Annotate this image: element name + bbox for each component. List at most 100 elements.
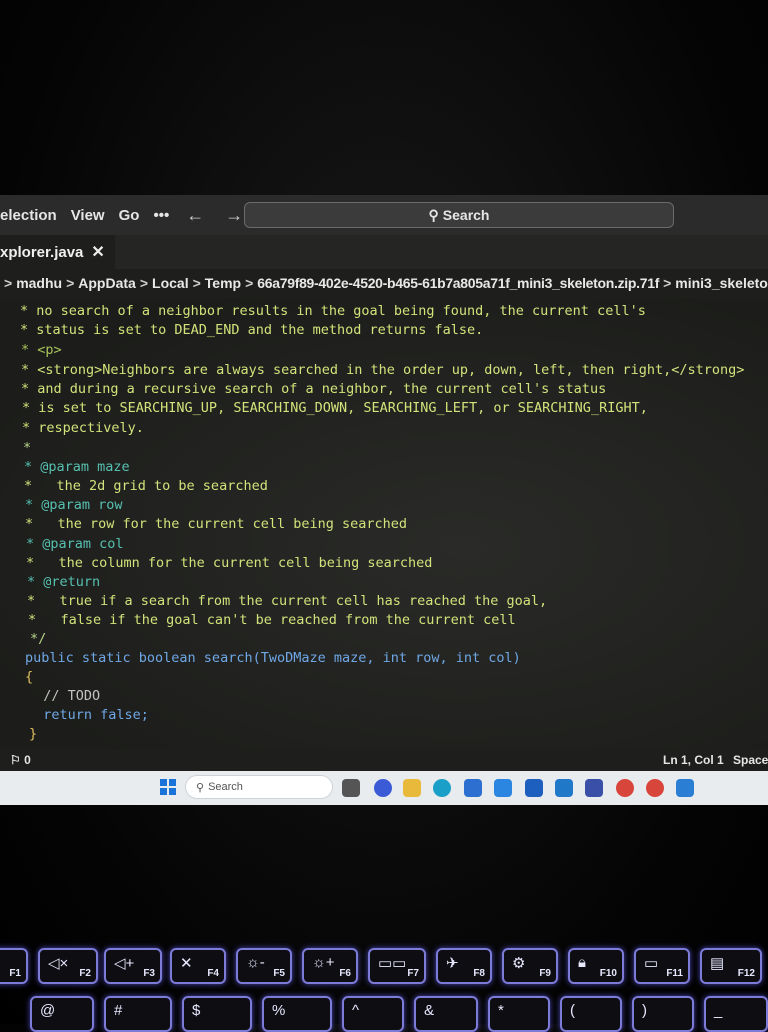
laptop-screen: election View Go ••• ← → ⚲ Search xplore… — [0, 195, 768, 805]
keyboard: F1 ◁× F2 ◁+ F3 ✕ F4 ☼- F5 ☼+ F6 ▭▭ F7 ✈ F8 ⚙ F9 … — [0, 940, 768, 1032]
chrome-icon[interactable] — [646, 779, 664, 797]
code-line: * true if a search from the current cell… — [27, 593, 548, 609]
code-line: * <strong>Neighbors are always searched … — [21, 362, 745, 378]
code-line: * status is set to DEAD_END and the meth… — [20, 322, 484, 338]
key-f11[interactable]: ▭ F11 — [634, 948, 690, 984]
chevron-right-icon: > — [139, 275, 149, 291]
key-9[interactable]: ( — [560, 996, 622, 1032]
search-icon: ⚲ — [428, 206, 439, 223]
breadcrumb: > madhu > AppData > Local > Temp > 66a79… — [0, 269, 768, 297]
key-f8[interactable]: ✈ F8 — [436, 948, 492, 984]
code-line: return false; — [27, 707, 149, 723]
volume-mute-icon: ◁× — [48, 955, 69, 972]
mail-icon[interactable] — [494, 779, 512, 797]
taskbar-search-placeholder: Search — [208, 781, 243, 793]
key-3[interactable]: # — [104, 996, 172, 1032]
back-forward-icon[interactable]: ← → — [186, 205, 251, 226]
key-2[interactable]: @ — [30, 996, 94, 1032]
code-line: * the row for the current cell being sea… — [25, 516, 408, 532]
mic-mute-icon: ✕ — [180, 955, 193, 972]
key-f2[interactable]: ◁× F2 — [38, 948, 98, 984]
keyboard-icon: ▭ — [644, 955, 659, 972]
code-line: * the 2d grid to be searched — [24, 478, 268, 494]
edge-browser-icon[interactable] — [433, 779, 451, 797]
key-6[interactable]: ^ — [342, 996, 404, 1032]
key-f4[interactable]: ✕ F4 — [170, 948, 226, 984]
key-8[interactable]: * — [488, 996, 550, 1032]
code-editor[interactable]: * no search of a neighbor results in the… — [0, 299, 768, 749]
key-f9[interactable]: ⚙ F9 — [502, 948, 558, 984]
more-menu-icon[interactable]: ••• — [146, 207, 176, 224]
app-icon[interactable] — [585, 779, 603, 797]
airplane-icon: ✈ — [446, 955, 459, 972]
lock-icon: 🔒︎ — [578, 954, 586, 971]
breadcrumb-item[interactable]: Local — [152, 275, 189, 291]
l-app-icon[interactable] — [525, 779, 543, 797]
code-line: * <p> — [21, 342, 62, 358]
status-bar: ⚐ 0 Ln 1, Col 1 Spaces — [0, 749, 768, 771]
chevron-right-icon: > — [4, 275, 13, 291]
taskbar-search[interactable]: ⚲ Search — [185, 775, 333, 799]
code-line: * the column for the current cell being … — [26, 555, 433, 571]
code-line: * false if the goal can't be reached fro… — [28, 612, 516, 628]
editor-tab-bar: xplorer.java ✕ — [0, 235, 768, 269]
breadcrumb-item[interactable]: 66a79f89-402e-4520-b465-61b7a805a71f_min… — [257, 275, 659, 291]
breadcrumb-item[interactable]: Temp — [205, 275, 241, 291]
cursor-position[interactable]: Ln 1, Col 1 — [663, 753, 724, 767]
key-4[interactable]: $ — [182, 996, 252, 1032]
code-line: * @param col — [26, 536, 124, 552]
key-f3[interactable]: ◁+ F3 — [104, 948, 162, 984]
chevron-right-icon: > — [663, 275, 672, 291]
code-line: * @param maze — [24, 459, 130, 475]
brightness-up-icon: ☼+ — [312, 954, 335, 971]
windows-taskbar: ⚲ Search — [0, 771, 768, 805]
volume-up-icon: ◁+ — [114, 955, 135, 972]
problems-indicator[interactable]: ⚐ 0 — [10, 753, 31, 767]
tab-explorer-java[interactable]: xplorer.java ✕ — [0, 235, 115, 269]
vscode-icon[interactable] — [676, 779, 694, 797]
close-icon[interactable]: ✕ — [91, 242, 104, 262]
key-f7[interactable]: ▭▭ F7 — [368, 948, 426, 984]
breadcrumb-item[interactable]: AppData — [78, 275, 136, 291]
key-f10[interactable]: 🔒︎ F10 — [568, 948, 624, 984]
code-line: public static boolean search(TwoDMaze ma… — [25, 650, 521, 666]
ports-icon: ⚐ — [10, 753, 21, 767]
file-explorer-icon[interactable] — [403, 779, 421, 797]
breadcrumb-item[interactable]: madhu — [16, 275, 62, 291]
chevron-right-icon: > — [192, 275, 201, 291]
windows-start-icon[interactable] — [160, 779, 176, 795]
key-f6[interactable]: ☼+ F6 — [302, 948, 358, 984]
calculator-icon: ▤ — [710, 955, 725, 972]
chrome-icon[interactable] — [616, 779, 634, 797]
command-search-box[interactable]: ⚲ Search — [244, 202, 674, 228]
key-f5[interactable]: ☼- F5 — [236, 948, 292, 984]
key-7[interactable]: & — [414, 996, 478, 1032]
menu-view[interactable]: View — [64, 207, 112, 224]
menu-go[interactable]: Go — [112, 207, 147, 224]
task-view-icon[interactable] — [342, 779, 360, 797]
key-f12[interactable]: ▤ F12 — [700, 948, 762, 984]
app-icon[interactable] — [555, 779, 573, 797]
code-line: * @param row — [25, 497, 123, 513]
breadcrumb-item[interactable]: mini3_skeleton — [675, 275, 768, 291]
tab-title: xplorer.java — [0, 243, 84, 261]
menu-selection[interactable]: election — [0, 207, 64, 224]
chat-icon[interactable] — [374, 779, 392, 797]
indentation-status[interactable]: Spaces — [733, 753, 768, 767]
code-line: { — [25, 669, 34, 685]
key-f1[interactable]: F1 — [0, 948, 28, 984]
gear-icon: ⚙ — [512, 955, 526, 972]
code-line: * no search of a neighbor results in the… — [20, 303, 646, 319]
search-label: Search — [442, 207, 490, 223]
chevron-right-icon: > — [66, 275, 75, 291]
code-line: // TODO — [27, 688, 101, 704]
search-icon: ⚲ — [196, 781, 205, 794]
code-line: * respectively. — [22, 420, 144, 436]
menu-bar: election View Go ••• ← → ⚲ Search — [0, 195, 768, 235]
code-line: * is set to SEARCHING_UP, SEARCHING_DOWN… — [22, 400, 648, 416]
key-0[interactable]: ) — [632, 996, 694, 1032]
problems-count: 0 — [24, 753, 31, 767]
key-minus[interactable]: _ — [704, 996, 768, 1032]
store-icon[interactable] — [464, 779, 482, 797]
key-5[interactable]: % — [262, 996, 332, 1032]
